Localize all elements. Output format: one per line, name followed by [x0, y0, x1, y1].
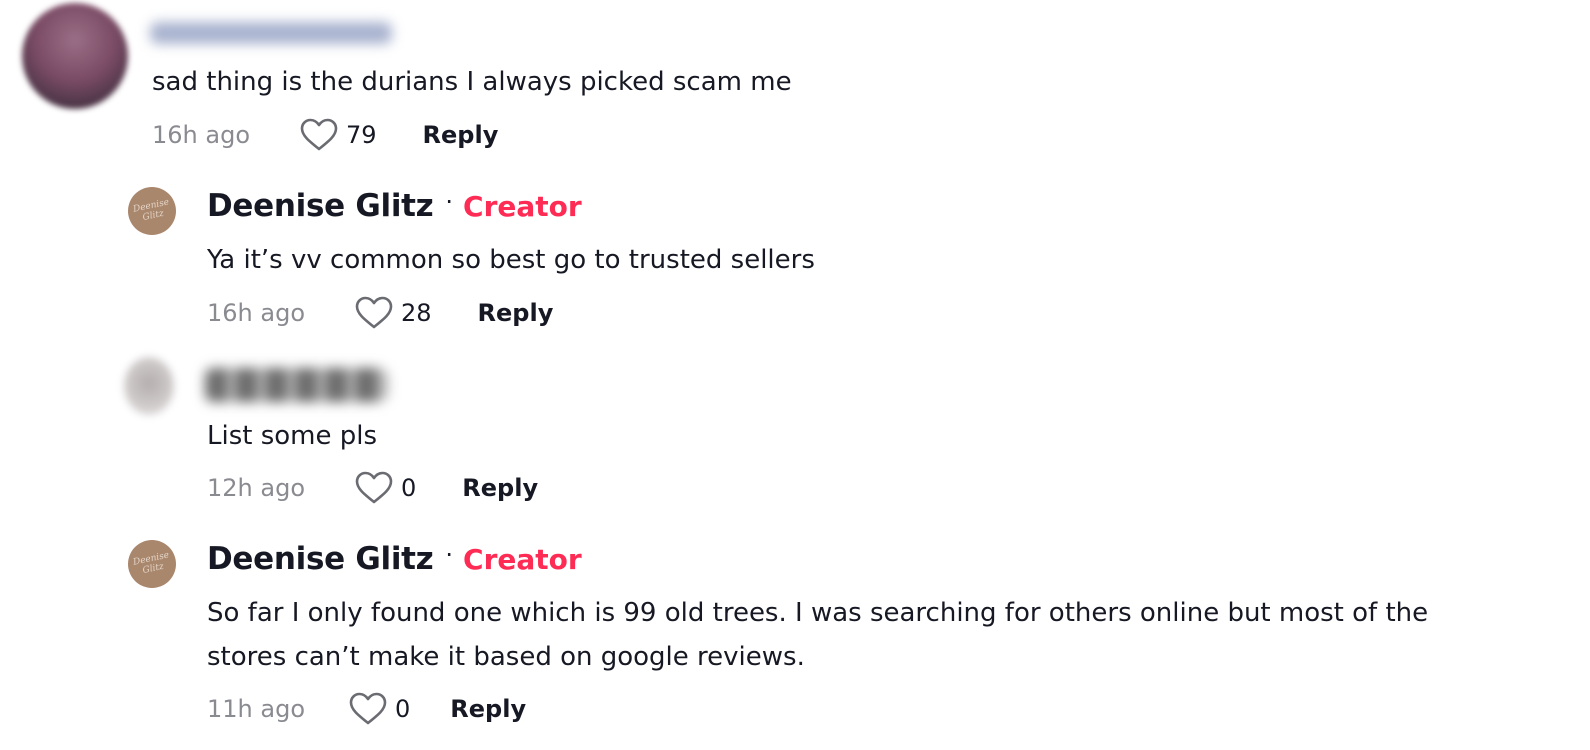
timestamp: 12h ago: [207, 474, 306, 502]
reply-button[interactable]: Reply: [462, 474, 538, 502]
comment-text: List some pls: [207, 421, 378, 451]
avatar[interactable]: Deenise Glitz: [128, 187, 176, 235]
comment-text: sad thing is the durians I always picked…: [152, 67, 792, 97]
comment-meta: 12h ago 0 Reply: [207, 468, 538, 508]
comment-meta: 16h ago 79 Reply: [152, 115, 498, 155]
username[interactable]: Deenise Glitz: [207, 541, 434, 577]
comment-text-line-2: stores can’t make it based on google rev…: [207, 642, 805, 672]
reply-button[interactable]: Reply: [450, 695, 526, 723]
heart-outline-icon[interactable]: [355, 296, 393, 330]
comment-text: Ya it’s vv common so best go to trusted …: [207, 245, 815, 275]
separator: ·: [445, 188, 454, 216]
avatar[interactable]: Deenise Glitz: [128, 540, 176, 588]
username-blurred[interactable]: [150, 22, 392, 44]
like-count: 28: [401, 299, 432, 327]
avatar-logo: Deenise Glitz: [132, 550, 170, 576]
avatar[interactable]: [124, 357, 174, 415]
comment-meta: 11h ago 0 Reply: [207, 689, 526, 729]
like-count: 0: [401, 474, 417, 502]
avatar[interactable]: [22, 3, 128, 109]
timestamp: 16h ago: [207, 299, 306, 327]
separator: ·: [445, 541, 454, 569]
heart-outline-icon[interactable]: [300, 118, 338, 152]
username-row: Deenise Glitz · Creator: [207, 188, 582, 224]
like-count: 79: [346, 121, 377, 149]
creator-badge: Creator: [463, 543, 582, 576]
reply-button[interactable]: Reply: [478, 299, 554, 327]
like-count: 0: [395, 695, 411, 723]
comment-meta: 16h ago 28 Reply: [207, 293, 553, 333]
like-button[interactable]: 0: [355, 471, 416, 505]
like-button[interactable]: 79: [300, 118, 377, 152]
username-blurred[interactable]: [205, 368, 387, 402]
timestamp: 11h ago: [207, 695, 306, 723]
like-button[interactable]: 0: [349, 692, 410, 726]
timestamp: 16h ago: [152, 121, 251, 149]
reply-button[interactable]: Reply: [423, 121, 499, 149]
avatar-logo: Deenise Glitz: [132, 197, 170, 223]
like-button[interactable]: 28: [355, 296, 432, 330]
comment-text-line-1: So far I only found one which is 99 old …: [207, 598, 1429, 628]
username[interactable]: Deenise Glitz: [207, 188, 434, 224]
username-row: Deenise Glitz · Creator: [207, 541, 582, 577]
creator-badge: Creator: [463, 190, 582, 223]
heart-outline-icon[interactable]: [349, 692, 387, 726]
heart-outline-icon[interactable]: [355, 471, 393, 505]
